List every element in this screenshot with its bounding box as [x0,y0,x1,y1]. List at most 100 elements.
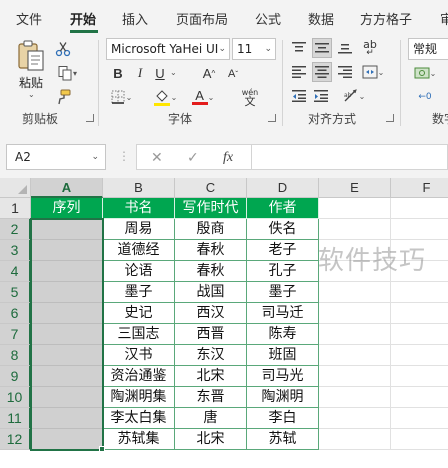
table-cell[interactable]: 李白 [247,408,319,429]
table-cell[interactable]: 司马光 [247,366,319,387]
row-header-10[interactable]: 10 [0,387,31,408]
tab-page-layout[interactable]: 页面布局 [176,9,228,28]
fill-color-dropdown-icon[interactable]: ⌄ [171,93,178,102]
table-cell[interactable]: 汉书 [103,345,175,366]
table-cell[interactable]: 春秋 [175,240,247,261]
table-cell[interactable]: 战国 [175,282,247,303]
column-header-b[interactable]: B [103,178,175,198]
cell-f6[interactable] [391,303,448,324]
font-size-select[interactable]: 11 ⌄ [232,38,276,60]
accounting-format-button[interactable]: ⌄ [410,64,440,82]
cell-f11[interactable] [391,408,448,429]
orientation-button[interactable]: ab ⌄ [340,88,368,104]
cell-e6[interactable] [319,303,391,324]
table-cell[interactable]: 老子 [247,240,319,261]
cell-e10[interactable] [319,387,391,408]
table-cell[interactable] [31,429,103,450]
shrink-font-button[interactable]: Aˇ [224,65,242,83]
grow-font-button[interactable]: A ^ [200,64,218,82]
tab-home[interactable]: 开始 [70,9,96,28]
font-color-dropdown-icon[interactable]: ⌄ [208,93,215,102]
row-header-12[interactable]: 12 [0,429,31,450]
table-cell[interactable]: 陈寿 [247,324,319,345]
table-header-cell[interactable]: 书名 [103,198,175,219]
accounting-dropdown-icon[interactable]: ⌄ [430,69,437,78]
column-header-f[interactable]: F [391,178,448,198]
decrease-indent-button[interactable] [290,88,308,104]
tab-insert[interactable]: 插入 [122,9,148,28]
insert-function-icon[interactable]: fx [223,145,233,171]
column-header-d[interactable]: D [247,178,319,198]
cell-e12[interactable] [319,429,391,450]
paste-dropdown-icon[interactable]: ⌄ [28,90,35,99]
cell-e1[interactable] [319,198,391,219]
formula-input[interactable] [252,144,448,170]
tab-review[interactable]: 审 [440,9,448,28]
align-middle-button[interactable] [312,38,332,58]
row-header-7[interactable]: 7 [0,324,31,345]
table-header-cell[interactable]: 作者 [247,198,319,219]
number-format-select[interactable]: 常规 [408,38,448,60]
table-cell[interactable] [31,282,103,303]
cell-e7[interactable] [319,324,391,345]
fill-color-button[interactable]: ⌄ [150,86,180,108]
table-cell[interactable]: 苏轼 [247,429,319,450]
table-cell[interactable]: 资治通鉴 [103,366,175,387]
table-cell[interactable]: 佚名 [247,219,319,240]
row-header-6[interactable]: 6 [0,303,31,324]
cancel-icon[interactable]: ✕ [151,145,163,171]
tab-formulas[interactable]: 公式 [255,9,281,28]
bold-button[interactable]: B [110,64,126,82]
table-cell[interactable] [31,303,103,324]
borders-button[interactable]: ⌄ [108,88,134,106]
table-cell[interactable] [31,387,103,408]
cell-e9[interactable] [319,366,391,387]
table-cell[interactable]: 东晋 [175,387,247,408]
select-all-button[interactable] [0,178,31,198]
cell-f2[interactable] [391,219,448,240]
table-cell[interactable]: 陶渊明集 [103,387,175,408]
table-cell[interactable]: 史记 [103,303,175,324]
table-cell[interactable]: 道德经 [103,240,175,261]
table-cell[interactable] [31,219,103,240]
cell-e2[interactable] [319,219,391,240]
row-header-4[interactable]: 4 [0,261,31,282]
formula-bar-grip-icon[interactable]: ⋮ [118,150,130,162]
cell-e11[interactable] [319,408,391,429]
align-top-button[interactable] [290,40,308,56]
underline-dropdown-icon[interactable]: ⌄ [170,68,177,77]
table-cell[interactable]: 苏轼集 [103,429,175,450]
wrap-text-button[interactable]: ab ↵ [360,38,380,60]
table-cell[interactable] [31,408,103,429]
font-launcher-icon[interactable] [268,114,276,122]
paste-button[interactable] [14,38,48,74]
row-header-3[interactable]: 3 [0,240,31,261]
fill-handle[interactable] [99,446,105,452]
row-header-5[interactable]: 5 [0,282,31,303]
row-header-9[interactable]: 9 [0,366,31,387]
cell-f12[interactable] [391,429,448,450]
alignment-launcher-icon[interactable] [386,114,394,122]
row-header-2[interactable]: 2 [0,219,31,240]
table-cell[interactable] [31,345,103,366]
table-cell[interactable]: 东汉 [175,345,247,366]
tab-data[interactable]: 数据 [308,9,334,28]
merge-center-button[interactable]: ⌄ [358,64,388,80]
table-cell[interactable]: 李太白集 [103,408,175,429]
borders-dropdown-icon[interactable]: ⌄ [126,93,133,102]
table-header-cell[interactable]: 写作时代 [175,198,247,219]
italic-button[interactable]: I [132,64,148,82]
cell-e8[interactable] [319,345,391,366]
align-right-button[interactable] [336,64,354,80]
table-cell[interactable]: 陶渊明 [247,387,319,408]
cell-f5[interactable] [391,282,448,303]
name-box[interactable]: A2 ⌄ [6,144,106,170]
column-header-a[interactable]: A [31,178,103,198]
table-cell[interactable]: 北宋 [175,366,247,387]
column-header-c[interactable]: C [175,178,247,198]
increase-indent-button[interactable] [312,88,330,104]
cell-f10[interactable] [391,387,448,408]
table-cell[interactable]: 墨子 [103,282,175,303]
cell-f9[interactable] [391,366,448,387]
copy-dropdown-icon[interactable]: ▾ [73,69,77,78]
